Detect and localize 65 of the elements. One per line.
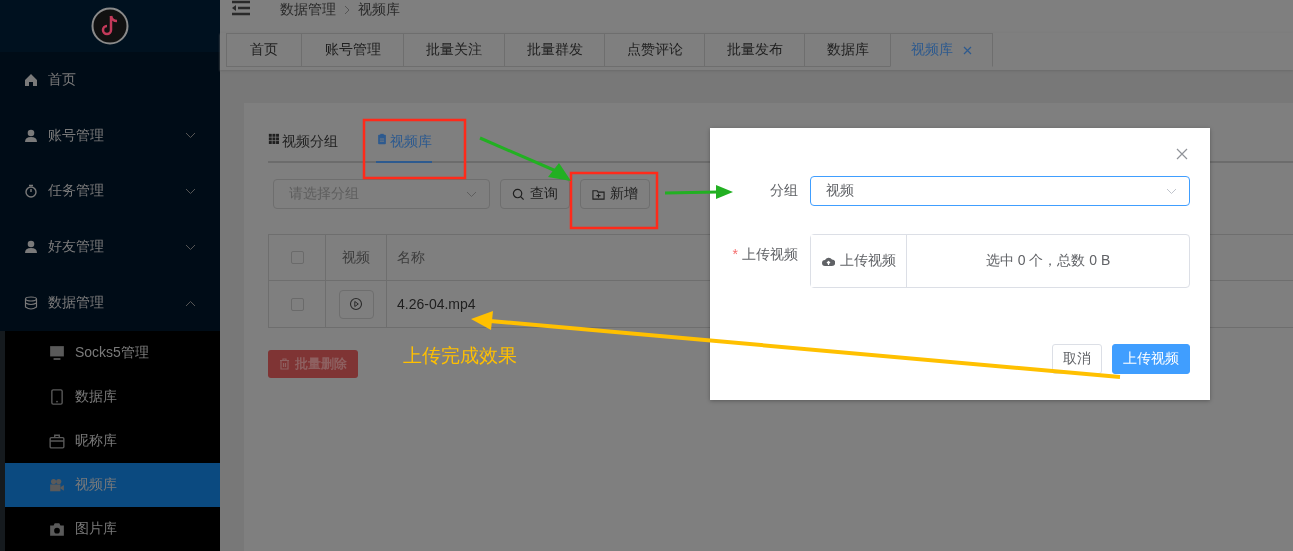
chevron-icon: [185, 187, 196, 195]
breadcrumb-item: 视频库: [358, 1, 400, 19]
table-cell: 4.26-04.mp4: [397, 296, 476, 312]
trash-icon: [279, 358, 290, 370]
breadcrumb-item[interactable]: 数据管理: [280, 1, 336, 19]
folder-add-icon: [592, 187, 605, 201]
sidebar-item[interactable]: 账号管理: [0, 107, 220, 164]
cloud-upload-icon: [821, 255, 835, 267]
field-label: 上传视频: [742, 246, 798, 264]
page-tab[interactable]: 账号管理: [301, 33, 403, 67]
upload-field[interactable]: 上传视频 选中 0 个，总数 0 B: [810, 234, 1190, 288]
stopwatch-icon: [24, 184, 38, 199]
sidebar-subitem[interactable]: 数据库: [5, 375, 220, 419]
sidebar-item[interactable]: 任务管理: [0, 163, 220, 220]
page-tab[interactable]: 批量关注: [403, 33, 504, 67]
grid-icon: [268, 133, 280, 145]
breadcrumb-separator-icon: [344, 5, 350, 15]
sidebar-subitem[interactable]: 昵称库: [5, 419, 220, 463]
close-icon[interactable]: [963, 45, 972, 55]
search-button[interactable]: 查询: [500, 179, 570, 209]
clipboard-icon: [376, 133, 388, 145]
user-icon: [24, 240, 38, 255]
annotation-arrow: [664, 185, 733, 199]
sidebar-item[interactable]: 好友管理: [0, 219, 220, 276]
monitor-icon: [49, 345, 65, 361]
close-icon: [1176, 148, 1188, 160]
play-button[interactable]: [338, 289, 374, 319]
required-mark: *: [732, 246, 738, 264]
content-tab[interactable]: 视频分组: [268, 133, 338, 161]
briefcase-icon: [49, 433, 65, 449]
camera-icon: [49, 521, 65, 537]
upload-submit-button[interactable]: 上传视频: [1112, 344, 1190, 374]
page-tab[interactable]: 批量发布: [704, 33, 804, 67]
chevron-icon: [185, 299, 196, 307]
field-label: 分组: [770, 182, 798, 200]
page-tab[interactable]: 数据库: [804, 33, 890, 67]
video-camera-icon: [49, 477, 65, 493]
page-tab[interactable]: 批量群发: [504, 33, 604, 67]
upload-status: 选中 0 个，总数 0 B: [985, 252, 1111, 270]
column-header: 名称: [397, 248, 425, 267]
search-icon: [512, 187, 525, 201]
column-header: 视频: [342, 248, 370, 267]
play-icon: [349, 297, 363, 311]
upload-button[interactable]: 上传视频: [811, 235, 907, 287]
tablet-icon: [49, 389, 65, 405]
chevron-icon: [466, 190, 477, 198]
page-tab[interactable]: 点赞评论: [604, 33, 704, 67]
chevron-icon: [1166, 187, 1177, 195]
sidebar-subitem[interactable]: Socks5管理: [5, 331, 220, 375]
sidebar-item[interactable]: 首页: [0, 51, 220, 108]
annotation-caption: 上传完成效果: [403, 344, 517, 368]
menu-icon[interactable]: [232, 0, 250, 16]
home-icon: [24, 72, 38, 87]
sidebar-subitem[interactable]: 视频库: [5, 463, 220, 507]
chevron-icon: [185, 243, 196, 251]
database-icon: [24, 296, 38, 311]
logo-icon: [91, 6, 129, 45]
add-button[interactable]: 新增: [580, 179, 650, 209]
sidebar-subitem[interactable]: 图片库: [5, 507, 220, 551]
cancel-button[interactable]: 取消: [1052, 344, 1102, 374]
sidebar-item[interactable]: 数据管理: [0, 275, 220, 331]
group-select[interactable]: 视频: [810, 176, 1190, 206]
user-icon: [24, 128, 38, 143]
page-tab[interactable]: 首页: [226, 33, 301, 67]
chevron-icon: [185, 132, 196, 140]
